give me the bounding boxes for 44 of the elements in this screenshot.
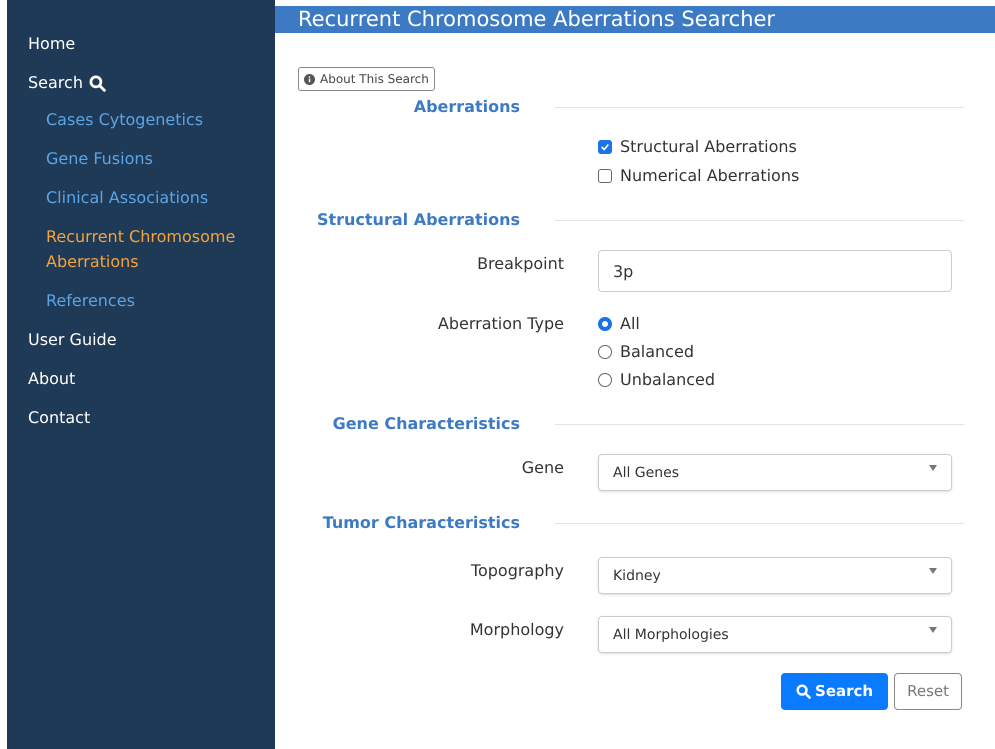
reset-button[interactable]: Reset [894,673,962,710]
section-heading: Aberrations [412,96,520,118]
sidebar-subitem[interactable]: References [46,288,246,313]
sidebar-subitem[interactable]: Recurrent Chromosome Aberrations [46,224,246,274]
field-label: Morphology [470,620,564,639]
search-button[interactable]: Search [781,673,888,710]
about-button[interactable]: About This Search [298,67,435,91]
dropdown-caret-icon [929,568,937,574]
radio-button[interactable] [598,345,612,359]
dropdown-caret-icon [929,464,937,470]
field-label: Gene [522,458,564,477]
sidebar-link[interactable]: Contact [28,406,90,430]
breakpoint-field[interactable]: 3p [598,250,952,292]
section-heading: Gene Characteristics [332,413,520,435]
sidebar-subitem[interactable]: Gene Fusions [46,146,246,171]
field-label: Topography [470,561,564,580]
sidebar-link[interactable]: User Guide [28,328,117,352]
select-dropdown[interactable]: All Genes [598,454,952,491]
radio-button[interactable] [598,317,612,331]
checkbox-option[interactable]: Structural Aberrations [598,135,952,159]
radio-option[interactable]: All [598,312,952,336]
search-icon [796,684,812,699]
section-heading: Tumor Characteristics [322,512,520,534]
radio-option[interactable]: Unbalanced [598,368,952,392]
checkbox[interactable] [598,140,612,154]
info-icon [304,74,315,84]
page-title: Recurrent Chromosome Aberrations Searcher [298,9,776,30]
dropdown-caret-icon [929,626,937,632]
sidebar-subitem[interactable]: Clinical Associations [46,185,246,210]
select-dropdown[interactable]: All Morphologies [598,616,952,653]
radio-button[interactable] [598,373,612,387]
sidebar-link[interactable]: Home [28,32,76,56]
checkmark-icon [600,142,610,152]
select-dropdown[interactable]: Kidney [598,557,952,594]
sidebar-link[interactable]: Search [28,71,106,95]
field-label: Aberration Type [438,314,564,333]
search-icon [88,74,106,92]
field-label: Breakpoint [477,254,564,273]
sidebar-subitem[interactable]: Cases Cytogenetics [46,107,246,132]
checkbox-option[interactable]: Numerical Aberrations [598,164,952,188]
radio-option[interactable]: Balanced [598,340,952,364]
sidebar-link[interactable]: About [28,367,76,391]
section-heading: Structural Aberrations [316,209,520,231]
checkbox[interactable] [598,169,612,183]
